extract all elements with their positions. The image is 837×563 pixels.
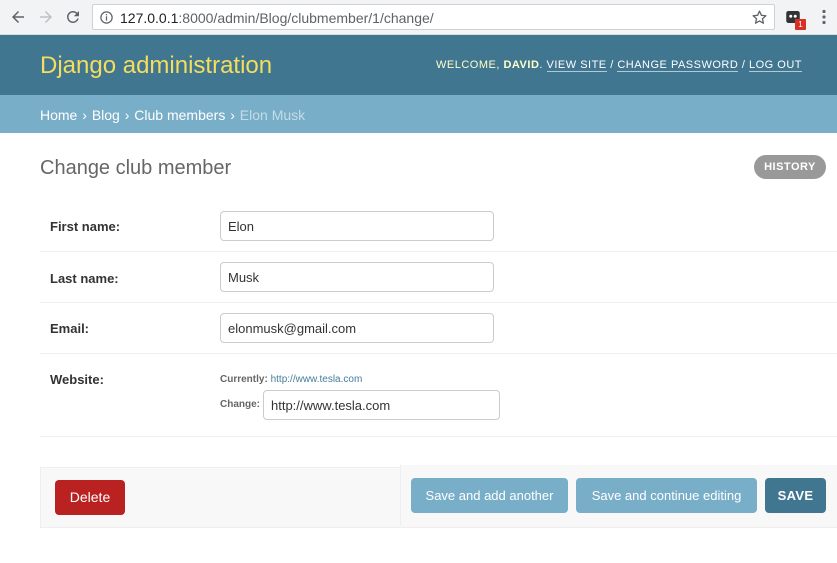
- website-current-link[interactable]: http://www.tesla.com: [271, 374, 363, 385]
- info-icon[interactable]: [99, 10, 114, 25]
- breadcrumb: Home › Blog › Club members › Elon Musk: [0, 95, 837, 133]
- forward-arrow-icon[interactable]: [36, 7, 56, 27]
- email-field[interactable]: [220, 313, 494, 343]
- reload-icon[interactable]: [63, 7, 83, 27]
- website-field[interactable]: [263, 390, 500, 420]
- breadcrumb-current: Elon Musk: [239, 107, 306, 123]
- email-label: Email:: [50, 321, 90, 336]
- user-tools: Welcome, David. View site / Change passw…: [436, 59, 802, 72]
- view-site-link[interactable]: View site: [546, 59, 607, 72]
- form-row-website: Website: Currently: http://www.tesla.com…: [40, 354, 837, 437]
- form-row-first-name: First name:: [40, 200, 837, 252]
- first-name-label: First name:: [50, 219, 121, 234]
- last-name-label: Last name:: [50, 271, 119, 286]
- back-arrow-icon[interactable]: [8, 7, 28, 27]
- form-row-email: Email:: [40, 303, 837, 354]
- log-out-link[interactable]: Log out: [748, 59, 802, 72]
- website-label: Website:: [50, 372, 104, 387]
- save-button[interactable]: SAVE: [765, 478, 826, 513]
- page-title: Change club member: [40, 157, 232, 179]
- bookmark-star-icon[interactable]: [751, 9, 768, 26]
- website-currently: Currently: http://www.tesla.com: [220, 374, 363, 385]
- history-button[interactable]: History: [754, 155, 826, 179]
- admin-header: Django administration Welcome, David. Vi…: [0, 35, 837, 95]
- last-name-field[interactable]: [220, 262, 494, 292]
- save-and-continue-button[interactable]: Save and continue editing: [576, 478, 757, 513]
- browser-menu-icon[interactable]: [820, 9, 828, 25]
- change-password-link[interactable]: Change password: [617, 59, 739, 72]
- save-and-add-another-button[interactable]: Save and add another: [411, 478, 568, 513]
- username: David: [503, 59, 540, 71]
- website-change-label: Change:: [220, 399, 260, 410]
- delete-button[interactable]: Delete: [55, 480, 125, 515]
- browser-toolbar: 127.0.0.1:8000/admin/Blog/clubmember/1/c…: [0, 0, 837, 35]
- welcome-text: Welcome,: [436, 59, 504, 71]
- url-text[interactable]: 127.0.0.1:8000/admin/Blog/clubmember/1/c…: [120, 10, 434, 26]
- address-bar[interactable]: 127.0.0.1:8000/admin/Blog/clubmember/1/c…: [92, 4, 775, 30]
- breadcrumb-club-members[interactable]: Club members: [134, 107, 225, 123]
- breadcrumb-blog[interactable]: Blog: [92, 107, 120, 123]
- extension-badge: 1: [795, 19, 806, 30]
- breadcrumb-home[interactable]: Home: [40, 107, 77, 123]
- first-name-field[interactable]: [220, 211, 494, 241]
- site-branding[interactable]: Django administration: [40, 52, 272, 80]
- form-row-last-name: Last name:: [40, 252, 837, 303]
